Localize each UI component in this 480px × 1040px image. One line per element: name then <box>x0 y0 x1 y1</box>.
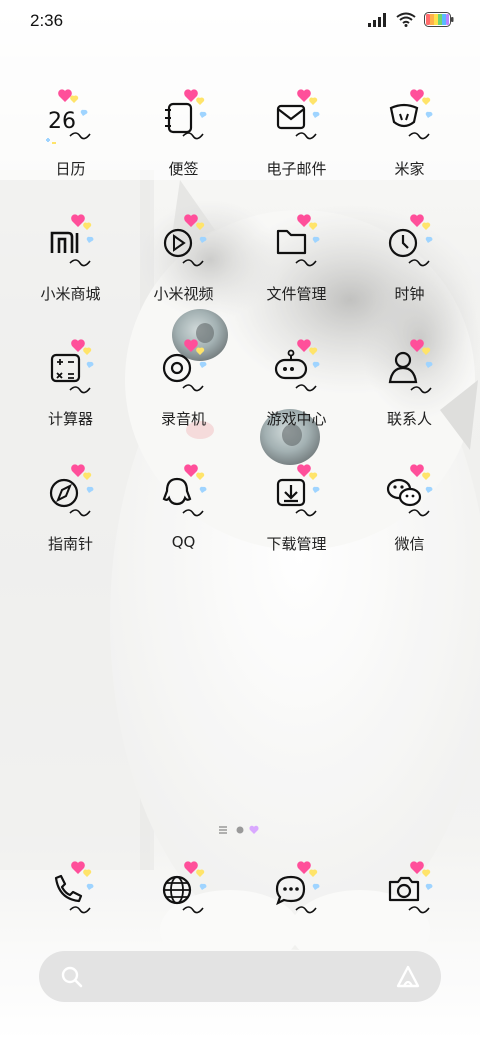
app-label: 游戏中心 <box>266 410 327 428</box>
app-label: 联系人 <box>386 410 432 428</box>
page-dot-current-heart-icon <box>249 825 259 834</box>
folder-icon <box>276 214 320 267</box>
assistant-icon[interactable] <box>395 964 421 990</box>
app-label: 米家 <box>394 160 425 178</box>
app-label: 小米视频 <box>153 285 214 303</box>
calculator-icon <box>50 339 94 394</box>
camera-icon <box>388 861 433 914</box>
app-label: 文件管理 <box>266 285 327 303</box>
app-qq[interactable]: QQ <box>127 463 240 573</box>
browser-icon <box>162 861 207 914</box>
app-label: 小米商城 <box>40 285 101 303</box>
app-calculator[interactable]: 计算器 <box>14 338 127 448</box>
app-notes[interactable]: 便签 <box>127 88 240 198</box>
calendar-icon: 26 <box>46 89 91 144</box>
messages-icon <box>275 861 320 914</box>
app-label: 电子邮件 <box>266 160 327 178</box>
page-dot <box>236 826 244 834</box>
app-label: 微信 <box>394 535 425 553</box>
page-indicator[interactable] <box>0 822 480 838</box>
app-label: QQ <box>171 533 196 551</box>
app-label: 日历 <box>55 160 86 178</box>
app-contacts[interactable]: 联系人 <box>353 338 466 448</box>
wifi-icon <box>396 12 416 27</box>
download-icon <box>276 464 320 517</box>
app-label: 计算器 <box>47 410 93 428</box>
wechat-icon <box>386 464 433 517</box>
qq-icon <box>162 464 207 517</box>
svg-text:26: 26 <box>48 109 76 134</box>
contacts-icon <box>388 339 433 394</box>
app-label: 时钟 <box>394 285 425 303</box>
app-wechat[interactable]: 微信 <box>353 463 466 573</box>
video-icon <box>163 214 207 267</box>
mail-icon <box>276 89 320 140</box>
search-bar[interactable] <box>39 951 441 1002</box>
app-mail[interactable]: 电子邮件 <box>240 88 353 198</box>
app-compass[interactable]: 指南针 <box>14 463 127 573</box>
app-label: 录音机 <box>160 410 206 428</box>
status-time: 2:36 <box>30 11 64 30</box>
mijia-icon <box>389 89 433 140</box>
app-label: 便签 <box>168 160 199 178</box>
app-file-manager[interactable]: 文件管理 <box>240 213 353 323</box>
app-mijia[interactable]: 米家 <box>353 88 466 198</box>
app-label: 指南针 <box>47 535 93 553</box>
app-calendar[interactable]: 26 日历 <box>14 88 127 198</box>
app-label: 下载管理 <box>266 535 327 553</box>
app-mi-video[interactable]: 小米视频 <box>127 213 240 323</box>
compass-icon <box>49 464 94 517</box>
clock-icon <box>388 214 433 267</box>
search-icon <box>61 966 83 988</box>
mi-store-icon <box>50 214 94 267</box>
recorder-icon <box>162 339 207 392</box>
game-center-icon <box>274 339 320 392</box>
battery-icon <box>424 12 454 27</box>
app-game-center[interactable]: 游戏中心 <box>240 338 353 448</box>
status-bar: 2:36 <box>0 0 480 44</box>
app-downloads[interactable]: 下载管理 <box>240 463 353 573</box>
app-clock[interactable]: 时钟 <box>353 213 466 323</box>
signal-icon <box>368 12 386 27</box>
app-mi-store[interactable]: 小米商城 <box>14 213 127 323</box>
app-recorder[interactable]: 录音机 <box>127 338 240 448</box>
phone-icon <box>54 861 94 914</box>
notes-icon <box>165 89 207 140</box>
page-indicator-menu-icon <box>219 826 227 834</box>
